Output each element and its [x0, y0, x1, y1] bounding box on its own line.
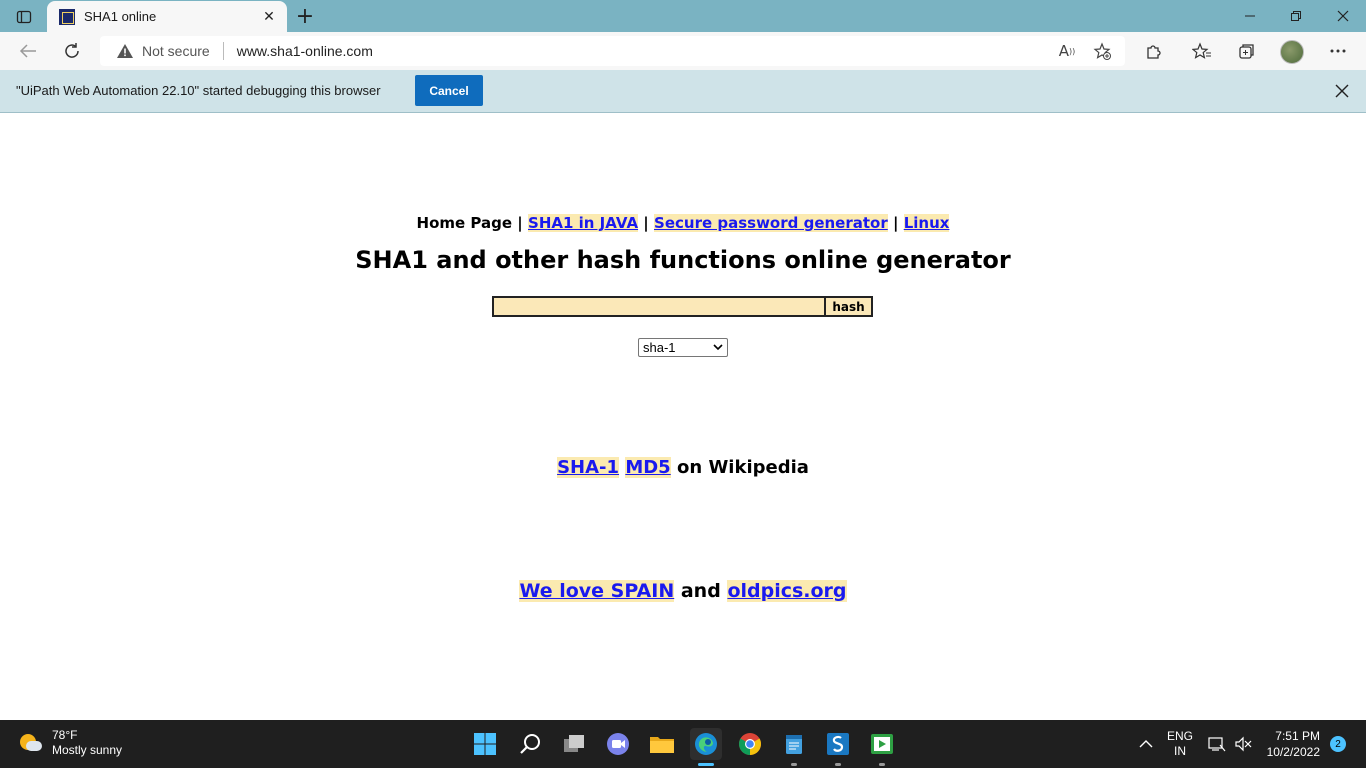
close-window-button[interactable]	[1320, 0, 1366, 32]
nav-separator: |	[643, 214, 649, 232]
active-indicator	[698, 763, 714, 766]
edge-button[interactable]	[690, 728, 722, 766]
algorithm-select-value: sha-1	[643, 340, 676, 355]
refresh-button[interactable]	[58, 37, 86, 65]
play-app-icon	[871, 734, 893, 754]
notepad-icon	[786, 735, 802, 754]
partly-sunny-icon	[18, 732, 44, 754]
hash-input[interactable]	[492, 296, 826, 317]
url-text[interactable]: www.sha1-online.com	[237, 43, 373, 59]
tab-actions-button[interactable]	[8, 6, 40, 28]
promo-links: We love SPAIN and oldpics.org	[0, 580, 1366, 602]
extensions-icon[interactable]	[1139, 37, 1167, 65]
wiki-link-md5[interactable]: MD5	[625, 457, 671, 478]
nav-link-sha1-java[interactable]: SHA1 in JAVA	[528, 214, 639, 232]
page-title: SHA1 and other hash functions online gen…	[355, 246, 1011, 274]
browser-tab[interactable]: SHA1 online ✕	[47, 1, 287, 32]
wiki-suffix: on Wikipedia	[677, 457, 809, 478]
collections-icon[interactable]	[1232, 37, 1260, 65]
running-indicator	[879, 763, 885, 766]
chrome-icon	[739, 733, 761, 755]
top-navigation: Home Page | SHA1 in JAVA | Secure passwo…	[0, 214, 1366, 232]
task-view-button[interactable]	[558, 728, 590, 760]
minimize-button[interactable]	[1227, 0, 1273, 32]
algorithm-select[interactable]: sha-1	[638, 338, 728, 357]
chrome-button[interactable]	[734, 728, 766, 760]
favorites-icon[interactable]	[1188, 37, 1216, 65]
nav-link-linux[interactable]: Linux	[903, 214, 950, 232]
security-status[interactable]: Not secure	[142, 43, 210, 59]
site-favicon-icon	[59, 8, 75, 25]
cancel-button[interactable]: Cancel	[415, 75, 483, 106]
page-content: Home Page | SHA1 in JAVA | Secure passwo…	[0, 114, 1366, 720]
promo-link-oldpics[interactable]: oldpics.org	[727, 580, 847, 602]
language-region: IN	[1174, 744, 1186, 758]
back-arrow-icon	[19, 44, 36, 58]
more-options-icon[interactable]	[1324, 37, 1352, 65]
weather-temp: 78°F	[52, 728, 78, 742]
taskbar: 78°F Mostly sunny ENG IN 7:51 PM 10/2/20…	[0, 720, 1366, 768]
wiki-link-sha1[interactable]: SHA-1	[557, 457, 620, 478]
tab-title: SHA1 online	[84, 9, 157, 24]
debugging-infobar: "UiPath Web Automation 22.10" started de…	[0, 70, 1366, 113]
nav-separator: |	[517, 214, 523, 232]
folder-icon	[650, 737, 674, 753]
promo-and: and	[680, 580, 721, 602]
task-view-icon	[564, 735, 584, 752]
edge-icon	[695, 733, 717, 755]
address-bar[interactable]: Not secure www.sha1-online.com A))	[100, 36, 1125, 66]
teams-chat-button[interactable]	[602, 728, 634, 760]
promo-link-spain[interactable]: We love SPAIN	[519, 580, 675, 602]
show-hidden-icons-button[interactable]	[1134, 720, 1158, 768]
start-button[interactable]	[469, 728, 501, 760]
file-explorer-button[interactable]	[646, 728, 678, 760]
clock-date: 10/2/2022	[1266, 745, 1320, 759]
hash-button[interactable]: hash	[826, 296, 873, 317]
back-button[interactable]	[14, 37, 42, 65]
running-indicator	[791, 763, 797, 766]
tab-close-icon[interactable]: ✕	[257, 5, 281, 29]
uipath-studio-icon	[827, 733, 849, 755]
clock-time: 7:51 PM	[1275, 729, 1320, 743]
volume-muted-icon[interactable]	[1232, 720, 1254, 768]
nav-link-password-generator[interactable]: Secure password generator	[654, 214, 888, 232]
address-separator	[222, 42, 224, 60]
running-indicator	[835, 763, 841, 766]
search-button[interactable]	[514, 728, 546, 760]
home-page-label: Home Page	[416, 214, 513, 232]
language-code: ENG	[1166, 729, 1193, 743]
warning-icon[interactable]	[116, 42, 134, 60]
clock[interactable]: 7:51 PM 10/2/2022	[1256, 720, 1320, 768]
close-icon	[1337, 10, 1349, 22]
title-bar: SHA1 online ✕ +	[0, 0, 1366, 32]
chevron-up-icon	[1139, 740, 1153, 748]
restore-button[interactable]	[1273, 0, 1319, 32]
network-icon[interactable]	[1206, 720, 1228, 768]
nav-separator: |	[892, 214, 899, 232]
weather-condition: Mostly sunny	[52, 743, 123, 757]
uipath-studio-button[interactable]	[822, 728, 854, 766]
add-favorite-icon[interactable]	[1088, 36, 1116, 66]
navigation-bar: Not secure www.sha1-online.com A))	[0, 32, 1366, 70]
read-aloud-icon[interactable]: A))	[1053, 36, 1081, 66]
weather-widget[interactable]: 78°F Mostly sunny	[18, 728, 122, 758]
hash-form: hash	[492, 296, 873, 317]
chevron-down-icon	[713, 339, 723, 362]
refresh-icon	[65, 43, 79, 58]
new-tab-button[interactable]: +	[292, 4, 318, 29]
language-indicator[interactable]: ENG IN	[1162, 720, 1198, 768]
notification-badge[interactable]: 2	[1330, 736, 1346, 752]
profile-avatar[interactable]	[1280, 40, 1304, 64]
notepad-button[interactable]	[778, 728, 810, 766]
infobar-message: "UiPath Web Automation 22.10" started de…	[16, 83, 381, 98]
minimize-icon	[1245, 15, 1255, 17]
windows-logo-icon	[474, 733, 496, 755]
tab-actions-icon	[16, 10, 32, 24]
wikipedia-links: SHA-1 MD5 on Wikipedia	[0, 457, 1366, 478]
infobar-close-icon[interactable]	[1330, 79, 1354, 103]
uipath-assistant-button[interactable]	[866, 728, 898, 766]
restore-icon	[1291, 11, 1301, 21]
search-icon	[520, 734, 540, 754]
video-chat-icon	[607, 733, 629, 755]
